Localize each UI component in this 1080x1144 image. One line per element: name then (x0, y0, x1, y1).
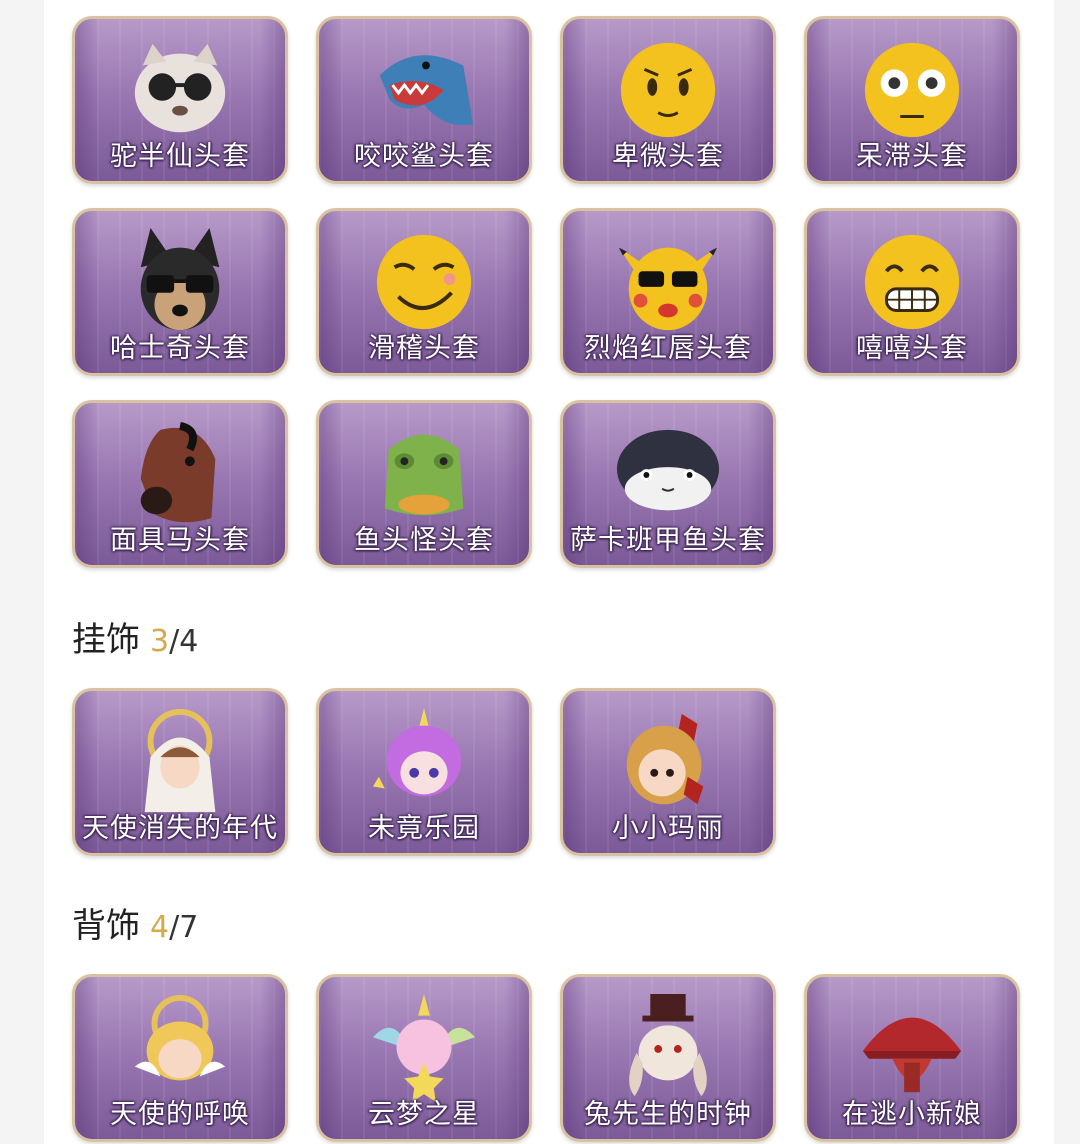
item-label: 萨卡班甲鱼头套 (570, 525, 766, 556)
fish-head-mask-icon (384, 434, 464, 516)
headgear-card[interactable]: 哈士奇头套 (72, 208, 288, 376)
headgear-card[interactable]: 嘻嘻头套 (804, 208, 1020, 376)
pendants-grid: 天使消失的年代 未竟乐园 小小玛丽 (72, 688, 1020, 856)
back-card[interactable]: 天使的呼唤 (72, 974, 288, 1142)
back-heading: 背饰 4/7 (72, 898, 198, 947)
headgear-card[interactable]: 卑微头套 (560, 16, 776, 184)
raccoon-sunglasses-mask-icon (134, 44, 226, 133)
rabbit-clock-backpiece-icon (629, 994, 707, 1097)
item-label: 鱼头怪头套 (354, 525, 494, 556)
section-title: 挂饰 (72, 620, 140, 660)
item-label: 呆滞头套 (856, 141, 968, 172)
item-label: 小小玛丽 (612, 813, 724, 844)
angel-child-backpiece-icon (134, 995, 226, 1081)
angel-girl-pendant-icon (144, 709, 216, 813)
item-label: 烈焰红唇头套 (584, 333, 752, 364)
unicorn-girl-pendant-icon (372, 708, 462, 797)
item-label: 天使的呼唤 (110, 1099, 250, 1130)
headgear-card[interactable]: 驼半仙头套 (72, 16, 288, 184)
item-label: 哈士奇头套 (110, 333, 250, 364)
collection-count: 4/7 (150, 910, 198, 945)
husky-sunglasses-mask-icon (140, 228, 220, 331)
pendant-card[interactable]: 小小玛丽 (560, 688, 776, 856)
item-label: 兔先生的时钟 (584, 1099, 752, 1130)
item-label: 未竟乐园 (368, 813, 480, 844)
item-label: 咬咬鲨头套 (354, 141, 494, 172)
headgear-card[interactable]: 烈焰红唇头套 (560, 208, 776, 376)
item-label: 嘻嘻头套 (856, 333, 968, 364)
item-label: 驼半仙头套 (110, 141, 250, 172)
horse-mask-icon (140, 422, 216, 523)
pendants-heading: 挂饰 3/4 (72, 612, 198, 661)
item-label: 在逃小新娘 (842, 1099, 982, 1130)
item-label: 面具马头套 (110, 525, 250, 556)
headgear-card[interactable]: 滑稽头套 (316, 208, 532, 376)
back-grid: 天使的呼唤 云梦之星 兔先生的时钟 在逃小新娘 (72, 974, 1020, 1142)
item-label: 天使消失的年代 (82, 813, 278, 844)
dazed-emoji-mask-icon (864, 43, 960, 138)
back-card[interactable]: 兔先生的时钟 (560, 974, 776, 1142)
total-count: /7 (169, 910, 199, 945)
headgear-card[interactable]: 鱼头怪头套 (316, 400, 532, 568)
funny-emoji-mask-icon (376, 235, 472, 330)
headgear-card[interactable]: 咬咬鲨头套 (316, 16, 532, 184)
owned-count: 4 (150, 910, 170, 945)
humble-emoji-mask-icon (620, 43, 716, 138)
right-gutter (1054, 0, 1080, 1144)
back-card[interactable]: 在逃小新娘 (804, 974, 1020, 1142)
pendant-card[interactable]: 未竟乐园 (316, 688, 532, 856)
left-gutter (0, 0, 44, 1144)
item-label: 卑微头套 (612, 141, 724, 172)
back-card[interactable]: 云梦之星 (316, 974, 532, 1142)
headgear-card[interactable]: 呆滞头套 (804, 16, 1020, 184)
section-title: 背饰 (72, 906, 140, 946)
grin-emoji-mask-icon (864, 235, 960, 330)
pendant-card[interactable]: 天使消失的年代 (72, 688, 288, 856)
headgear-grid: 驼半仙头套 咬咬鲨头套 卑微头套 呆滞头套 哈士奇头套 滑稽头套 烈焰红唇头套 … (72, 16, 1020, 568)
little-mary-pendant-icon (626, 714, 704, 805)
bride-mushroom-backpiece-icon (862, 1017, 962, 1093)
headgear-card[interactable]: 萨卡班甲鱼头套 (560, 400, 776, 568)
owned-count: 3 (150, 624, 170, 659)
shark-mask-icon (379, 55, 474, 126)
sacabambaspis-mask-icon (616, 430, 720, 511)
headgear-card[interactable]: 面具马头套 (72, 400, 288, 568)
collection-count: 3/4 (150, 624, 198, 659)
item-label: 云梦之星 (368, 1099, 480, 1130)
total-count: /4 (169, 624, 199, 659)
item-label: 滑稽头套 (368, 333, 480, 364)
unicorn-star-backpiece-icon (372, 994, 476, 1103)
yellow-creature-sunglasses-mask-icon (618, 247, 718, 331)
